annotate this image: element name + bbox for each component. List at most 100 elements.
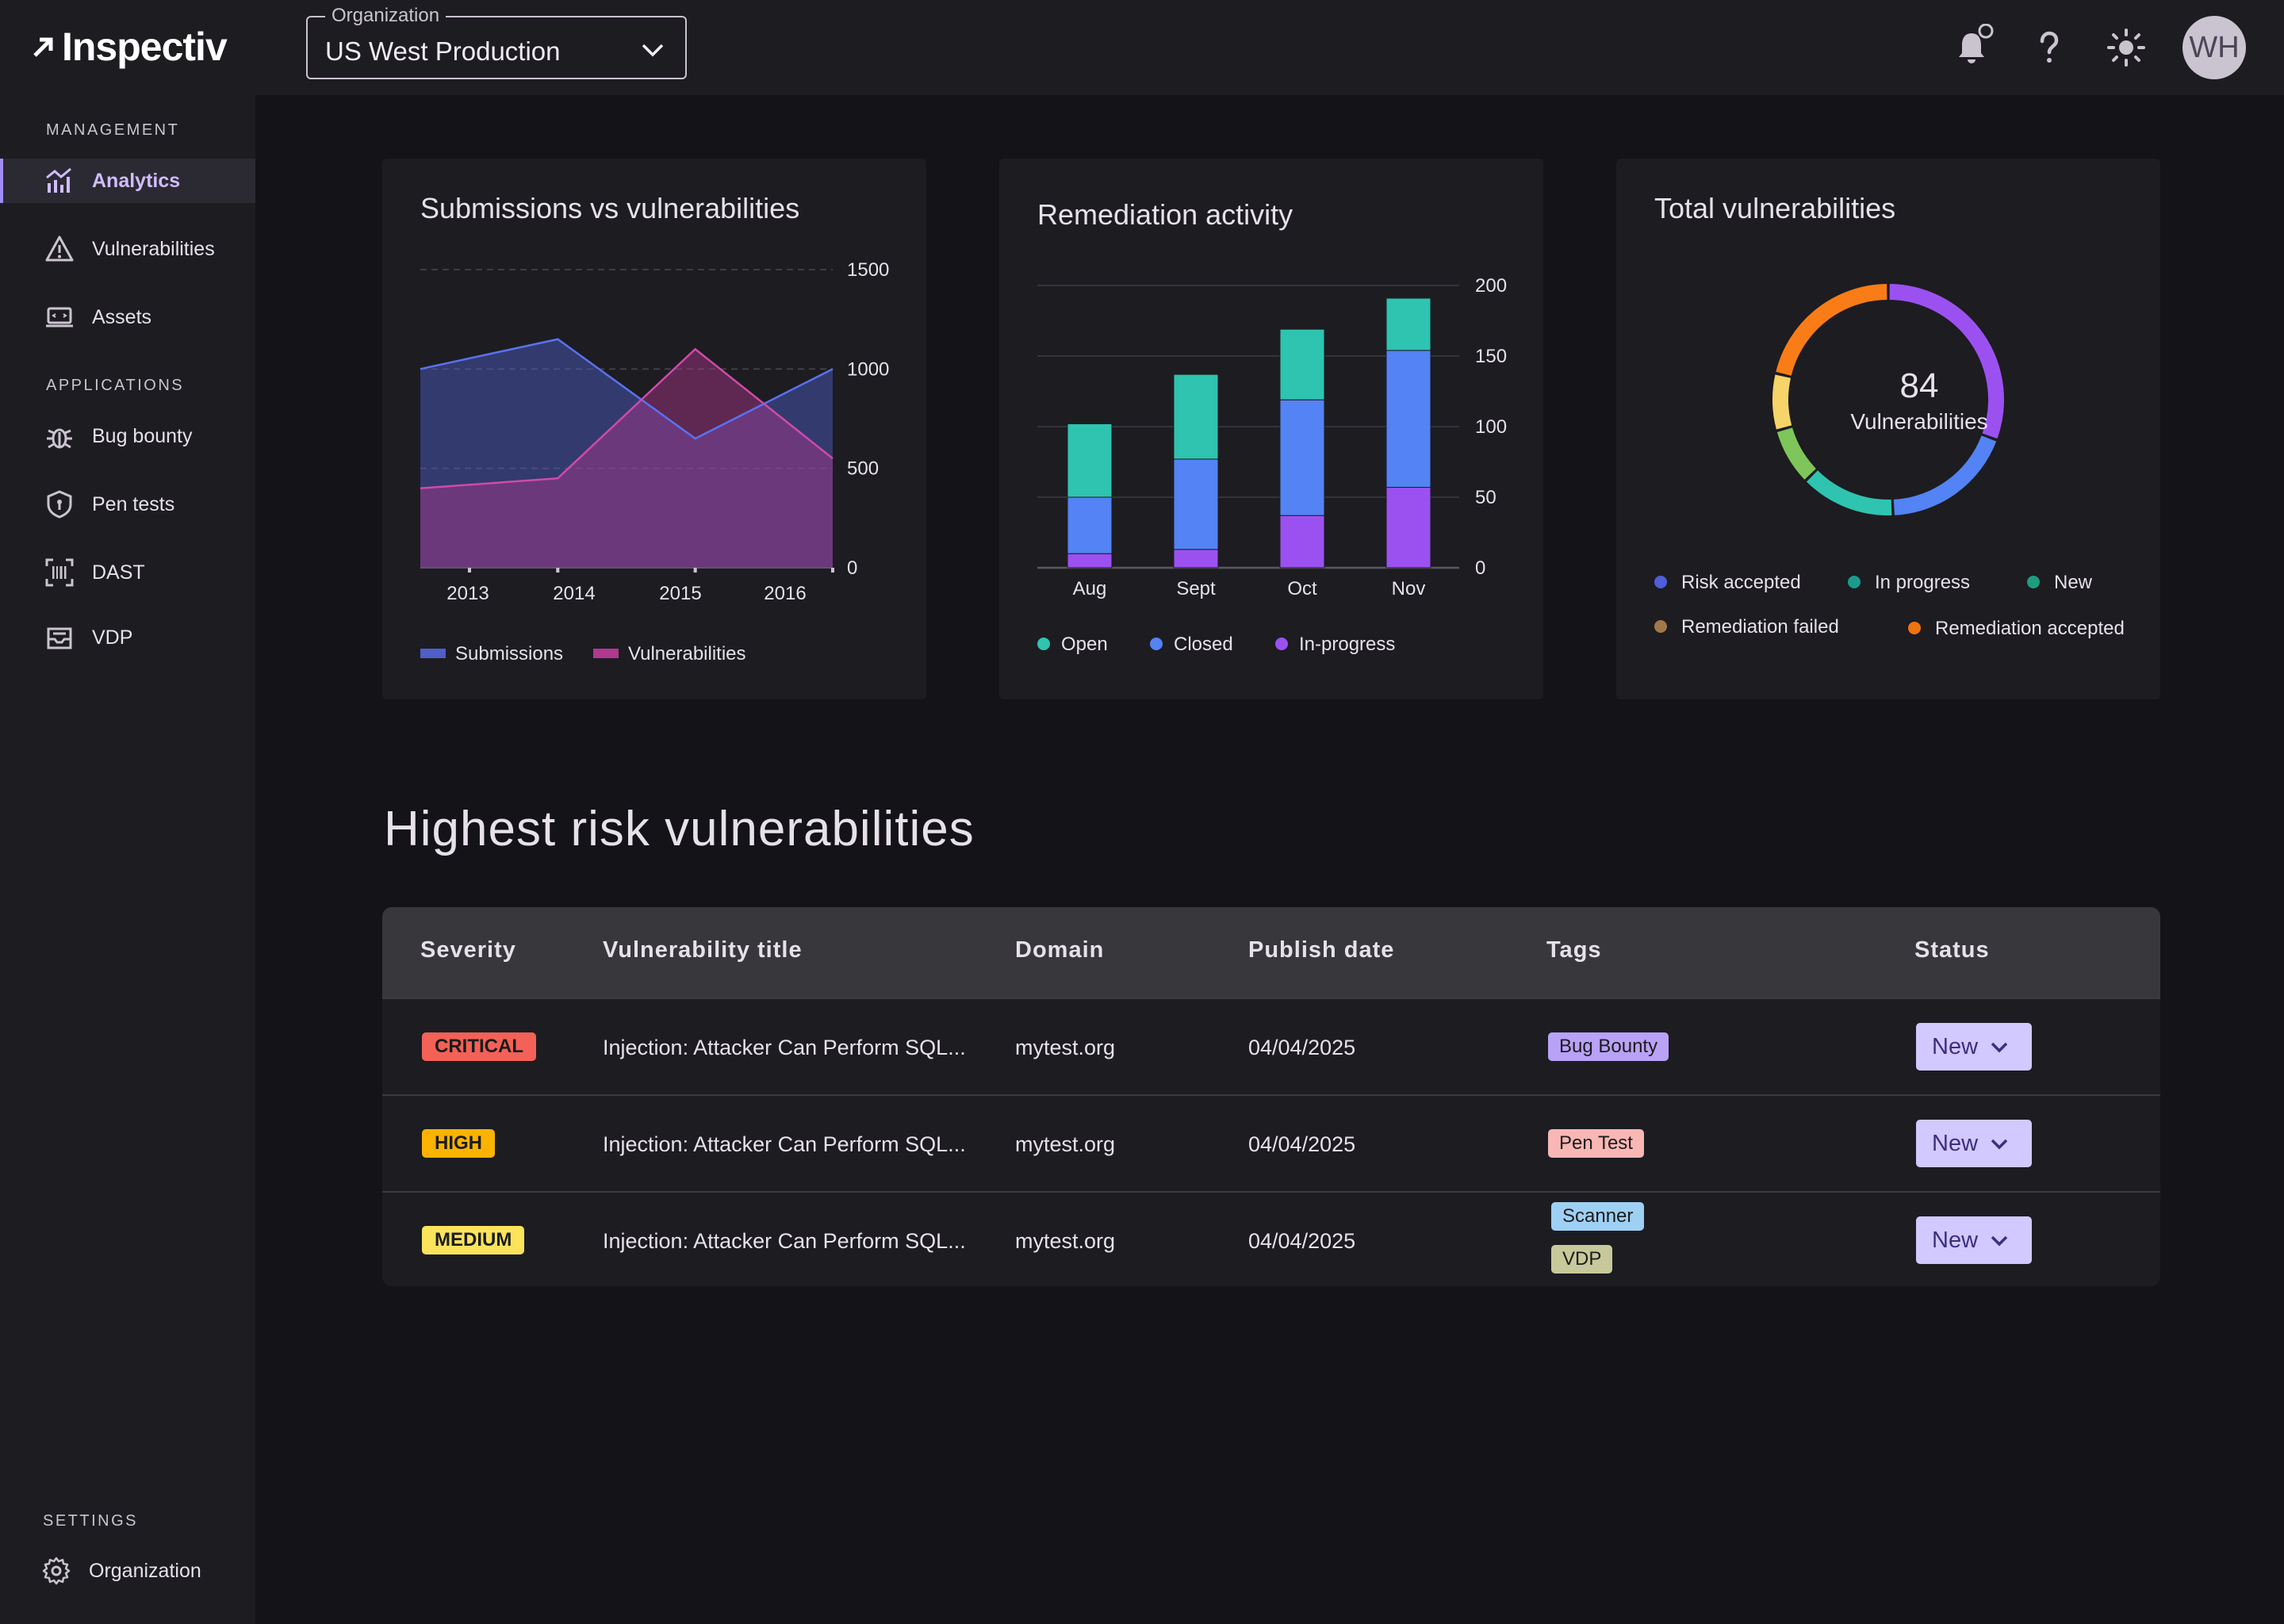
organization-select-value: US West Production: [325, 36, 561, 67]
bar-open: [1067, 423, 1112, 497]
legend-dot: [1908, 622, 1921, 634]
severity-badge: CRITICAL: [422, 1032, 536, 1061]
legend-label: Vulnerabilities: [628, 643, 746, 665]
chevron-down-icon: [1989, 1230, 2010, 1251]
chart-icon: [44, 166, 75, 196]
sidebar-item-label: Assets: [92, 306, 151, 329]
legend-label: New: [2054, 572, 2093, 593]
sidebar-item-label: Organization: [89, 1560, 201, 1583]
legend-dot: [1654, 576, 1667, 588]
sidebar-item-label: DAST: [92, 561, 145, 584]
legend-dot: [1848, 576, 1861, 588]
legend-label: In-progress: [1299, 634, 1395, 655]
vulnerability-title[interactable]: Injection: Attacker Can Perform SQL...: [603, 1229, 966, 1254]
sidebar-item-pen-tests[interactable]: Pen tests: [0, 482, 255, 527]
x-tick-label: Nov: [1392, 578, 1426, 599]
y-tick-label: 100: [1475, 416, 1507, 438]
sidebar: MANAGEMENT Analytics Vulnerabilities Ass…: [0, 95, 255, 1624]
help-button[interactable]: [2025, 24, 2073, 71]
sidebar-item-vulnerabilities[interactable]: Vulnerabilities: [0, 227, 255, 271]
x-tick-label: Sept: [1176, 578, 1216, 599]
app-logo[interactable]: Inspectiv: [30, 19, 227, 75]
bug-icon: [44, 421, 75, 451]
bar-closed: [1067, 497, 1112, 553]
top-bar: Inspectiv Organization US West Productio…: [0, 0, 2284, 95]
legend-label: Submissions: [455, 643, 563, 665]
legend-label: Open: [1061, 634, 1108, 655]
legend-dot: [1037, 638, 1050, 650]
table-row[interactable]: CRITICAL Injection: Attacker Can Perform…: [382, 998, 2160, 1094]
sidebar-item-label: Analytics: [92, 170, 180, 193]
notifications-button[interactable]: [1948, 24, 1995, 71]
warning-icon: [44, 234, 75, 264]
column-header-tags[interactable]: Tags: [1546, 937, 1602, 963]
legend-swatch: [420, 649, 446, 658]
y-tick-label: 500: [847, 458, 879, 480]
domain-cell: mytest.org: [1015, 1229, 1115, 1254]
laptop-icon: [44, 302, 75, 332]
theme-toggle-button[interactable]: [2102, 24, 2150, 71]
y-tick-label: 1000: [847, 358, 889, 380]
publish-date-cell: 04/04/2025: [1248, 1132, 1355, 1157]
x-tick-label: Aug: [1073, 578, 1107, 599]
submissions-chart-card: Submissions vs vulnerabilities 050010001…: [382, 159, 926, 699]
user-avatar[interactable]: WH: [2182, 16, 2246, 79]
legend-label: Remediation accepted: [1935, 618, 2125, 639]
table-header: Severity Vulnerability title Domain Publ…: [382, 907, 2160, 998]
donut-center-label: Vulnerabilities: [1799, 409, 2040, 435]
status-value: New: [1932, 1131, 1978, 1157]
column-header-title[interactable]: Vulnerability title: [603, 937, 803, 963]
legend-label: In progress: [1875, 572, 1970, 593]
column-header-domain[interactable]: Domain: [1015, 937, 1104, 963]
barcode-scan-icon: [44, 557, 75, 588]
gear-icon: [41, 1556, 71, 1586]
submissions-area-chart: 0500100015002013201420152016SubmissionsV…: [382, 159, 926, 699]
status-dropdown[interactable]: New: [1916, 1023, 2032, 1071]
donut-slice: [1812, 476, 1891, 508]
column-header-severity[interactable]: Severity: [420, 937, 516, 963]
tag-badge: Pen Test: [1548, 1129, 1644, 1158]
sidebar-item-vdp[interactable]: VDP: [0, 615, 255, 660]
sidebar-section-applications: APPLICATIONS: [46, 377, 184, 395]
x-tick-label: Oct: [1287, 578, 1317, 599]
donut-slice: [1894, 439, 1988, 508]
organization-select[interactable]: Organization US West Production: [306, 16, 687, 79]
x-tick-label: 2016: [764, 583, 806, 604]
vulnerability-title[interactable]: Injection: Attacker Can Perform SQL...: [603, 1036, 966, 1060]
bar-closed: [1386, 350, 1431, 488]
logo-text: Inspectiv: [62, 24, 227, 70]
help-question-icon: [2025, 24, 2073, 71]
domain-cell: mytest.org: [1015, 1036, 1115, 1060]
bar-closed: [1280, 400, 1324, 515]
bar-open: [1386, 298, 1431, 350]
vulnerability-title[interactable]: Injection: Attacker Can Perform SQL...: [603, 1132, 966, 1157]
y-tick-label: 200: [1475, 275, 1507, 297]
sidebar-item-assets[interactable]: Assets: [0, 295, 255, 339]
status-dropdown[interactable]: New: [1916, 1216, 2032, 1264]
legend-dot: [2027, 576, 2040, 588]
sidebar-item-label: Bug bounty: [92, 425, 193, 448]
remediation-bar-chart: 050100150200AugSeptOctNovOpenClosedIn-pr…: [999, 159, 1543, 699]
bar-closed: [1174, 459, 1218, 550]
donut-slice: [1780, 377, 1784, 427]
chevron-down-icon: [1989, 1133, 2010, 1154]
chevron-down-icon: [639, 36, 666, 63]
bar-in-progress: [1280, 515, 1324, 568]
sidebar-item-label: Vulnerabilities: [92, 238, 215, 261]
y-tick-label: 1500: [847, 259, 889, 281]
domain-cell: mytest.org: [1015, 1132, 1115, 1157]
table-row[interactable]: HIGH Injection: Attacker Can Perform SQL…: [382, 1094, 2160, 1191]
sidebar-item-organization[interactable]: Organization: [0, 1549, 255, 1593]
legend-swatch: [593, 649, 619, 658]
bar-open: [1280, 329, 1324, 400]
status-dropdown[interactable]: New: [1916, 1120, 2032, 1167]
organization-select-label: Organization: [325, 5, 446, 27]
sidebar-item-bug-bounty[interactable]: Bug bounty: [0, 414, 255, 458]
column-header-status[interactable]: Status: [1914, 937, 1990, 963]
sidebar-item-dast[interactable]: DAST: [0, 550, 255, 595]
remediation-chart-card: Remediation activity 050100150200AugSept…: [999, 159, 1543, 699]
column-header-publish-date[interactable]: Publish date: [1248, 937, 1394, 963]
table-row[interactable]: MEDIUM Injection: Attacker Can Perform S…: [382, 1191, 2160, 1286]
sidebar-item-analytics[interactable]: Analytics: [0, 159, 255, 203]
x-tick-label: 2013: [446, 583, 489, 604]
